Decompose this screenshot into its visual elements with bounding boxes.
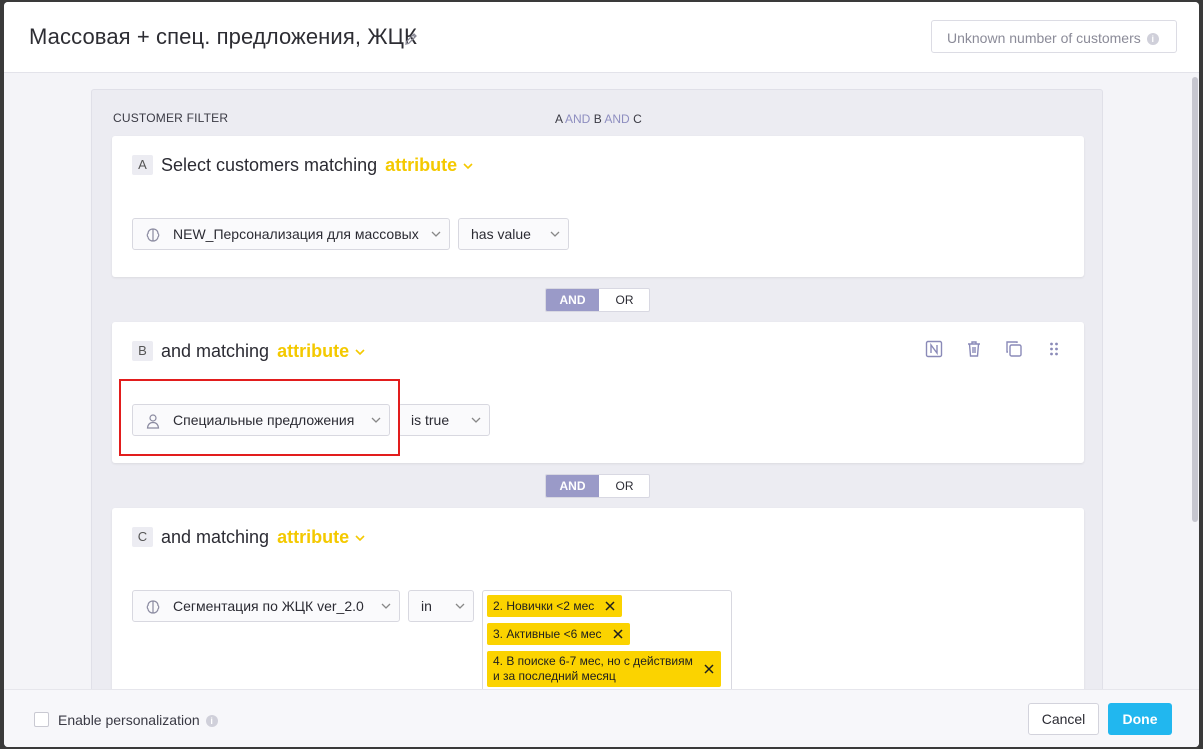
- close-icon[interactable]: [612, 628, 624, 640]
- filter-block-a: A Select customers matching attribute NE…: [112, 136, 1084, 277]
- block-title-text: and matching: [161, 527, 270, 547]
- expr-c: C: [633, 112, 642, 126]
- copy-icon[interactable]: [1004, 339, 1024, 359]
- info-icon[interactable]: i: [205, 715, 218, 728]
- logic-expression: A AND B AND C: [555, 112, 642, 126]
- block-title-text: Select customers matching: [161, 155, 378, 175]
- expr-a: A: [555, 112, 563, 126]
- and-button[interactable]: AND: [546, 289, 599, 311]
- highlight-box: [119, 379, 400, 456]
- chevron-down-icon: [471, 417, 481, 423]
- block-title: Select customers matching attribute: [161, 155, 473, 176]
- chevron-down-icon: [455, 603, 465, 609]
- value-tag-label: 4. В поиске 6-7 мес, но с действиям: [493, 654, 693, 668]
- block-letter: C: [132, 527, 153, 547]
- block-title-text: and matching: [161, 341, 270, 361]
- and-button[interactable]: AND: [546, 475, 599, 497]
- filter-label: CUSTOMER FILTER: [113, 111, 229, 125]
- trash-icon[interactable]: [964, 339, 984, 359]
- chevron-down-icon: [355, 535, 365, 542]
- chevron-down-icon: [463, 163, 473, 170]
- segment-title: Массовая + спец. предложения, ЖЦК: [29, 24, 417, 49]
- attribute-type-dropdown[interactable]: attribute: [385, 155, 473, 175]
- and-or-toggle: AND OR: [545, 474, 650, 498]
- chevron-down-icon: [355, 349, 365, 356]
- cancel-button[interactable]: Cancel: [1028, 703, 1099, 735]
- or-button[interactable]: OR: [599, 475, 649, 497]
- segment-modal: Массовая + спец. предложения, ЖЦК Unknow…: [4, 2, 1199, 747]
- done-button[interactable]: Done: [1108, 703, 1172, 735]
- attribute-select-value: Сегментация по ЖЦК ver_2.0: [173, 598, 364, 614]
- enable-personalization-label: Enable personalization i: [58, 712, 218, 728]
- block-title: and matching attribute: [161, 341, 365, 362]
- expr-op1: AND: [565, 112, 591, 126]
- block-letter: B: [132, 341, 153, 361]
- scrollbar-thumb[interactable]: [1192, 77, 1198, 522]
- attribute-link-text: attribute: [277, 527, 350, 547]
- filter-block-c: C and matching attribute Сегментация по …: [112, 508, 1084, 718]
- notion-icon[interactable]: [924, 339, 944, 359]
- value-tag-label: 3. Активные <6 мес: [493, 627, 602, 641]
- enable-personalization-text: Enable personalization: [58, 712, 200, 728]
- and-or-toggle: AND OR: [545, 288, 650, 312]
- customer-count-box: Unknown number of customers i: [931, 20, 1177, 53]
- modal-header: Массовая + спец. предложения, ЖЦК Unknow…: [4, 2, 1199, 73]
- modal-footer: Enable personalization i Cancel Done: [4, 689, 1199, 747]
- close-icon[interactable]: [604, 600, 616, 612]
- attribute-type-dropdown[interactable]: attribute: [277, 341, 365, 361]
- operator-select[interactable]: has value: [458, 218, 569, 250]
- chevron-down-icon: [550, 231, 560, 237]
- brain-icon: [146, 600, 160, 614]
- block-title: and matching attribute: [161, 527, 365, 548]
- enable-personalization-checkbox[interactable]: [34, 712, 49, 727]
- value-tag: 2. Новички <2 мес: [487, 595, 623, 617]
- value-tag-label-line2: и за последний месяц: [493, 669, 616, 683]
- close-icon[interactable]: [703, 663, 715, 675]
- drag-handle-icon[interactable]: [1044, 339, 1064, 359]
- value-tag-label: 2. Новички <2 мес: [493, 599, 595, 613]
- attribute-link-text: attribute: [385, 155, 458, 175]
- attribute-select[interactable]: Сегментация по ЖЦК ver_2.0: [132, 590, 400, 622]
- customer-count-text: Unknown number of customers: [947, 30, 1141, 46]
- operator-select-value: in: [421, 598, 432, 614]
- attribute-select[interactable]: NEW_Персонализация для массовых: [132, 218, 450, 250]
- attribute-link-text: attribute: [277, 341, 350, 361]
- attribute-type-dropdown[interactable]: attribute: [277, 527, 365, 547]
- attribute-select-value: NEW_Персонализация для массовых: [173, 226, 419, 242]
- operator-select[interactable]: in: [408, 590, 474, 622]
- or-button[interactable]: OR: [599, 289, 649, 311]
- value-tag: 4. В поиске 6-7 мес, но с действиям и за…: [487, 651, 721, 687]
- brain-icon: [146, 228, 160, 242]
- operator-select[interactable]: is true: [398, 404, 490, 436]
- value-tag: 3. Активные <6 мес: [487, 623, 630, 645]
- info-icon[interactable]: i: [1146, 33, 1159, 46]
- chevron-down-icon: [431, 231, 441, 237]
- operator-select-value: has value: [471, 226, 531, 242]
- operator-select-value: is true: [411, 412, 450, 428]
- pencil-icon[interactable]: [403, 31, 419, 47]
- expr-op2: AND: [604, 112, 630, 126]
- expr-b: B: [593, 112, 602, 126]
- block-letter: A: [132, 155, 153, 175]
- chevron-down-icon: [381, 603, 391, 609]
